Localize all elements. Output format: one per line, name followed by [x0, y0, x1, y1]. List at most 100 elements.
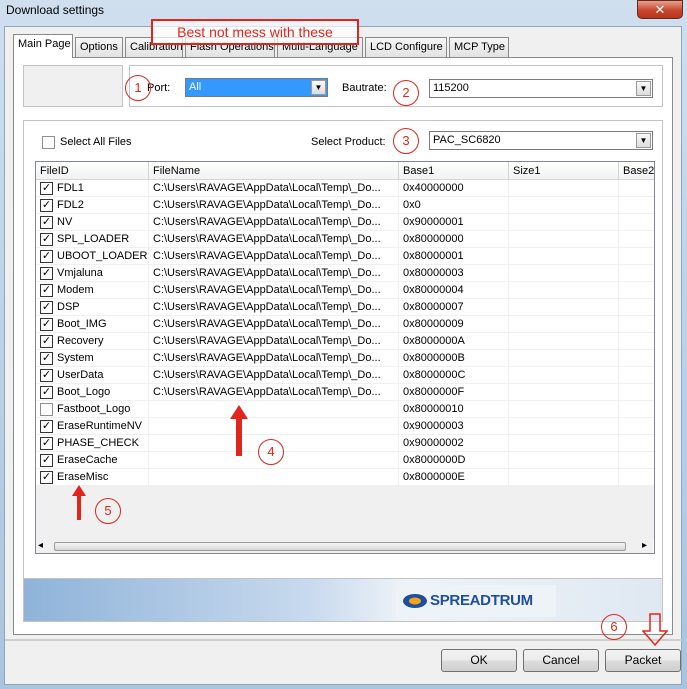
cell-filename: C:\Users\RAVAGE\AppData\Local\Temp\_Do..…	[149, 299, 399, 316]
tab-options[interactable]: Options	[75, 37, 123, 57]
table-row[interactable]: ✓ EraseRuntimeNV 0x90000003	[36, 418, 654, 435]
checked-checkbox[interactable]: ✓	[40, 216, 53, 229]
file-id-label: Modem	[57, 284, 94, 296]
checked-checkbox[interactable]: ✓	[40, 471, 53, 484]
tab-mcp-type[interactable]: MCP Type	[449, 37, 509, 57]
table-row[interactable]: ✓ FDL1 C:\Users\RAVAGE\AppData\Local\Temp\…	[36, 180, 654, 197]
cell-base2	[619, 316, 654, 333]
file-id-label: System	[57, 352, 94, 364]
checked-checkbox[interactable]: ✓	[40, 250, 53, 263]
checked-checkbox[interactable]: ✓	[40, 437, 53, 450]
chevron-down-icon[interactable]: ▼	[636, 133, 651, 148]
cell-base2	[619, 452, 654, 469]
separator	[5, 639, 682, 641]
table-row[interactable]: ✓ Modem C:\Users\RAVAGE\AppData\Local\Temp…	[36, 282, 654, 299]
window-title: Download settings	[6, 3, 105, 17]
cell-filename: C:\Users\RAVAGE\AppData\Local\Temp\_Do..…	[149, 282, 399, 299]
table-row[interactable]: ✓ PHASE_CHECK 0x90000002	[36, 435, 654, 452]
checked-checkbox[interactable]: ✓	[40, 284, 53, 297]
checked-checkbox[interactable]: ✓	[40, 335, 53, 348]
cell-size1	[509, 299, 619, 316]
checked-checkbox[interactable]: ✓	[40, 318, 53, 331]
select-all-checkbox[interactable]	[42, 136, 55, 149]
table-row[interactable]: ✓ NV C:\Users\RAVAGE\AppData\Local\Temp\_D…	[36, 214, 654, 231]
unchecked-checkbox[interactable]	[40, 403, 53, 416]
tab-lcd-configure[interactable]: LCD Configure	[365, 37, 447, 57]
cell-fileid: ✓ Recovery	[36, 333, 149, 350]
dialog-body: Main Page Options Calibration Flash Oper…	[4, 26, 682, 685]
cell-size1	[509, 265, 619, 282]
column-header-filename[interactable]: FileName	[149, 162, 399, 180]
table-row[interactable]: ✓ System C:\Users\RAVAGE\AppData\Local\Tem…	[36, 350, 654, 367]
scroll-thumb[interactable]	[54, 542, 626, 551]
file-id-label: Recovery	[57, 335, 104, 347]
cell-filename: C:\Users\RAVAGE\AppData\Local\Temp\_Do..…	[149, 265, 399, 282]
checked-checkbox[interactable]: ✓	[40, 301, 53, 314]
select-all-label: Select All Files	[60, 136, 132, 148]
table-row[interactable]: ✓ EraseCache 0x8000000D	[36, 452, 654, 469]
file-id-label: Boot_Logo	[57, 386, 111, 398]
cell-base1: 0x8000000C	[399, 367, 509, 384]
cell-size1	[509, 367, 619, 384]
baudrate-value: 115200	[433, 82, 469, 94]
table-row[interactable]: ✓ Recovery C:\Users\RAVAGE\AppData\Local\T…	[36, 333, 654, 350]
file-id-label: UBOOT_LOADER	[57, 250, 148, 262]
cell-fileid: ✓ Boot_Logo	[36, 384, 149, 401]
cell-base2	[619, 435, 654, 452]
baudrate-select[interactable]: 115200 ▼	[429, 79, 653, 98]
cell-base2	[619, 333, 654, 350]
product-value: PAC_SC6820	[433, 134, 501, 146]
checked-checkbox[interactable]: ✓	[40, 420, 53, 433]
checked-checkbox[interactable]: ✓	[40, 199, 53, 212]
file-id-label: EraseMisc	[57, 471, 109, 483]
checked-checkbox[interactable]: ✓	[40, 369, 53, 382]
baudrate-label: Bautrate:	[342, 82, 387, 94]
table-row[interactable]: ✓ EraseMisc 0x8000000E	[36, 469, 654, 486]
column-header-base1[interactable]: Base1	[399, 162, 509, 180]
cell-base2	[619, 265, 654, 282]
table-row[interactable]: ✓ SPL_LOADER C:\Users\RAVAGE\AppData\Local…	[36, 231, 654, 248]
checked-checkbox[interactable]: ✓	[40, 233, 53, 246]
table-row[interactable]: ✓ Vmjaluna C:\Users\RAVAGE\AppData\Local\T…	[36, 265, 654, 282]
cancel-button[interactable]: Cancel	[523, 649, 599, 672]
ok-button[interactable]: OK	[441, 649, 517, 672]
tab-main-page[interactable]: Main Page	[13, 34, 73, 58]
table-row[interactable]: ✓ Boot_IMG C:\Users\RAVAGE\AppData\Local\T…	[36, 316, 654, 333]
checked-checkbox[interactable]: ✓	[40, 386, 53, 399]
table-row[interactable]: ✓ FDL2 C:\Users\RAVAGE\AppData\Local\Temp\…	[36, 197, 654, 214]
checked-checkbox[interactable]: ✓	[40, 352, 53, 365]
cell-filename	[149, 401, 399, 418]
table-row[interactable]: ✓ UserData C:\Users\RAVAGE\AppData\Local\T…	[36, 367, 654, 384]
column-header-size1[interactable]: Size1	[509, 162, 619, 180]
file-id-label: PHASE_CHECK	[57, 437, 139, 449]
cell-base2	[619, 282, 654, 299]
cell-filename: C:\Users\RAVAGE\AppData\Local\Temp\_Do..…	[149, 197, 399, 214]
annotation-note-box: Best not mess with these	[151, 19, 359, 45]
checked-checkbox[interactable]: ✓	[40, 454, 53, 467]
checked-checkbox[interactable]: ✓	[40, 182, 53, 195]
cell-size1	[509, 231, 619, 248]
table-row[interactable]: Fastboot_Logo 0x80000010	[36, 401, 654, 418]
table-row[interactable]: ✓ DSP C:\Users\RAVAGE\AppData\Local\Temp\_…	[36, 299, 654, 316]
port-status-box	[23, 65, 123, 107]
cell-size1	[509, 214, 619, 231]
horizontal-scrollbar[interactable]: ◂ ▸	[36, 539, 653, 553]
column-header-fileid[interactable]: FileID	[36, 162, 149, 180]
table-row[interactable]: ✓ UBOOT_LOADER C:\Users\RAVAGE\AppData\Loc…	[36, 248, 654, 265]
port-select[interactable]: All ▼	[185, 78, 328, 97]
checked-checkbox[interactable]: ✓	[40, 267, 53, 280]
cell-base2	[619, 418, 654, 435]
table-row[interactable]: ✓ Boot_Logo C:\Users\RAVAGE\AppData\Local\…	[36, 384, 654, 401]
chevron-down-icon[interactable]: ▼	[636, 81, 651, 96]
cell-size1	[509, 384, 619, 401]
column-header-base2[interactable]: Base2	[619, 162, 654, 180]
cell-fileid: ✓ Boot_IMG	[36, 316, 149, 333]
close-button[interactable]: ✕	[637, 0, 683, 19]
scroll-right-icon[interactable]: ▸	[642, 540, 647, 551]
scroll-left-icon[interactable]: ◂	[38, 540, 43, 551]
file-id-label: UserData	[57, 369, 104, 381]
chevron-down-icon[interactable]: ▼	[311, 80, 326, 95]
product-select[interactable]: PAC_SC6820 ▼	[429, 131, 653, 150]
packet-button[interactable]: Packet	[605, 649, 681, 672]
cell-base1: 0x80000003	[399, 265, 509, 282]
